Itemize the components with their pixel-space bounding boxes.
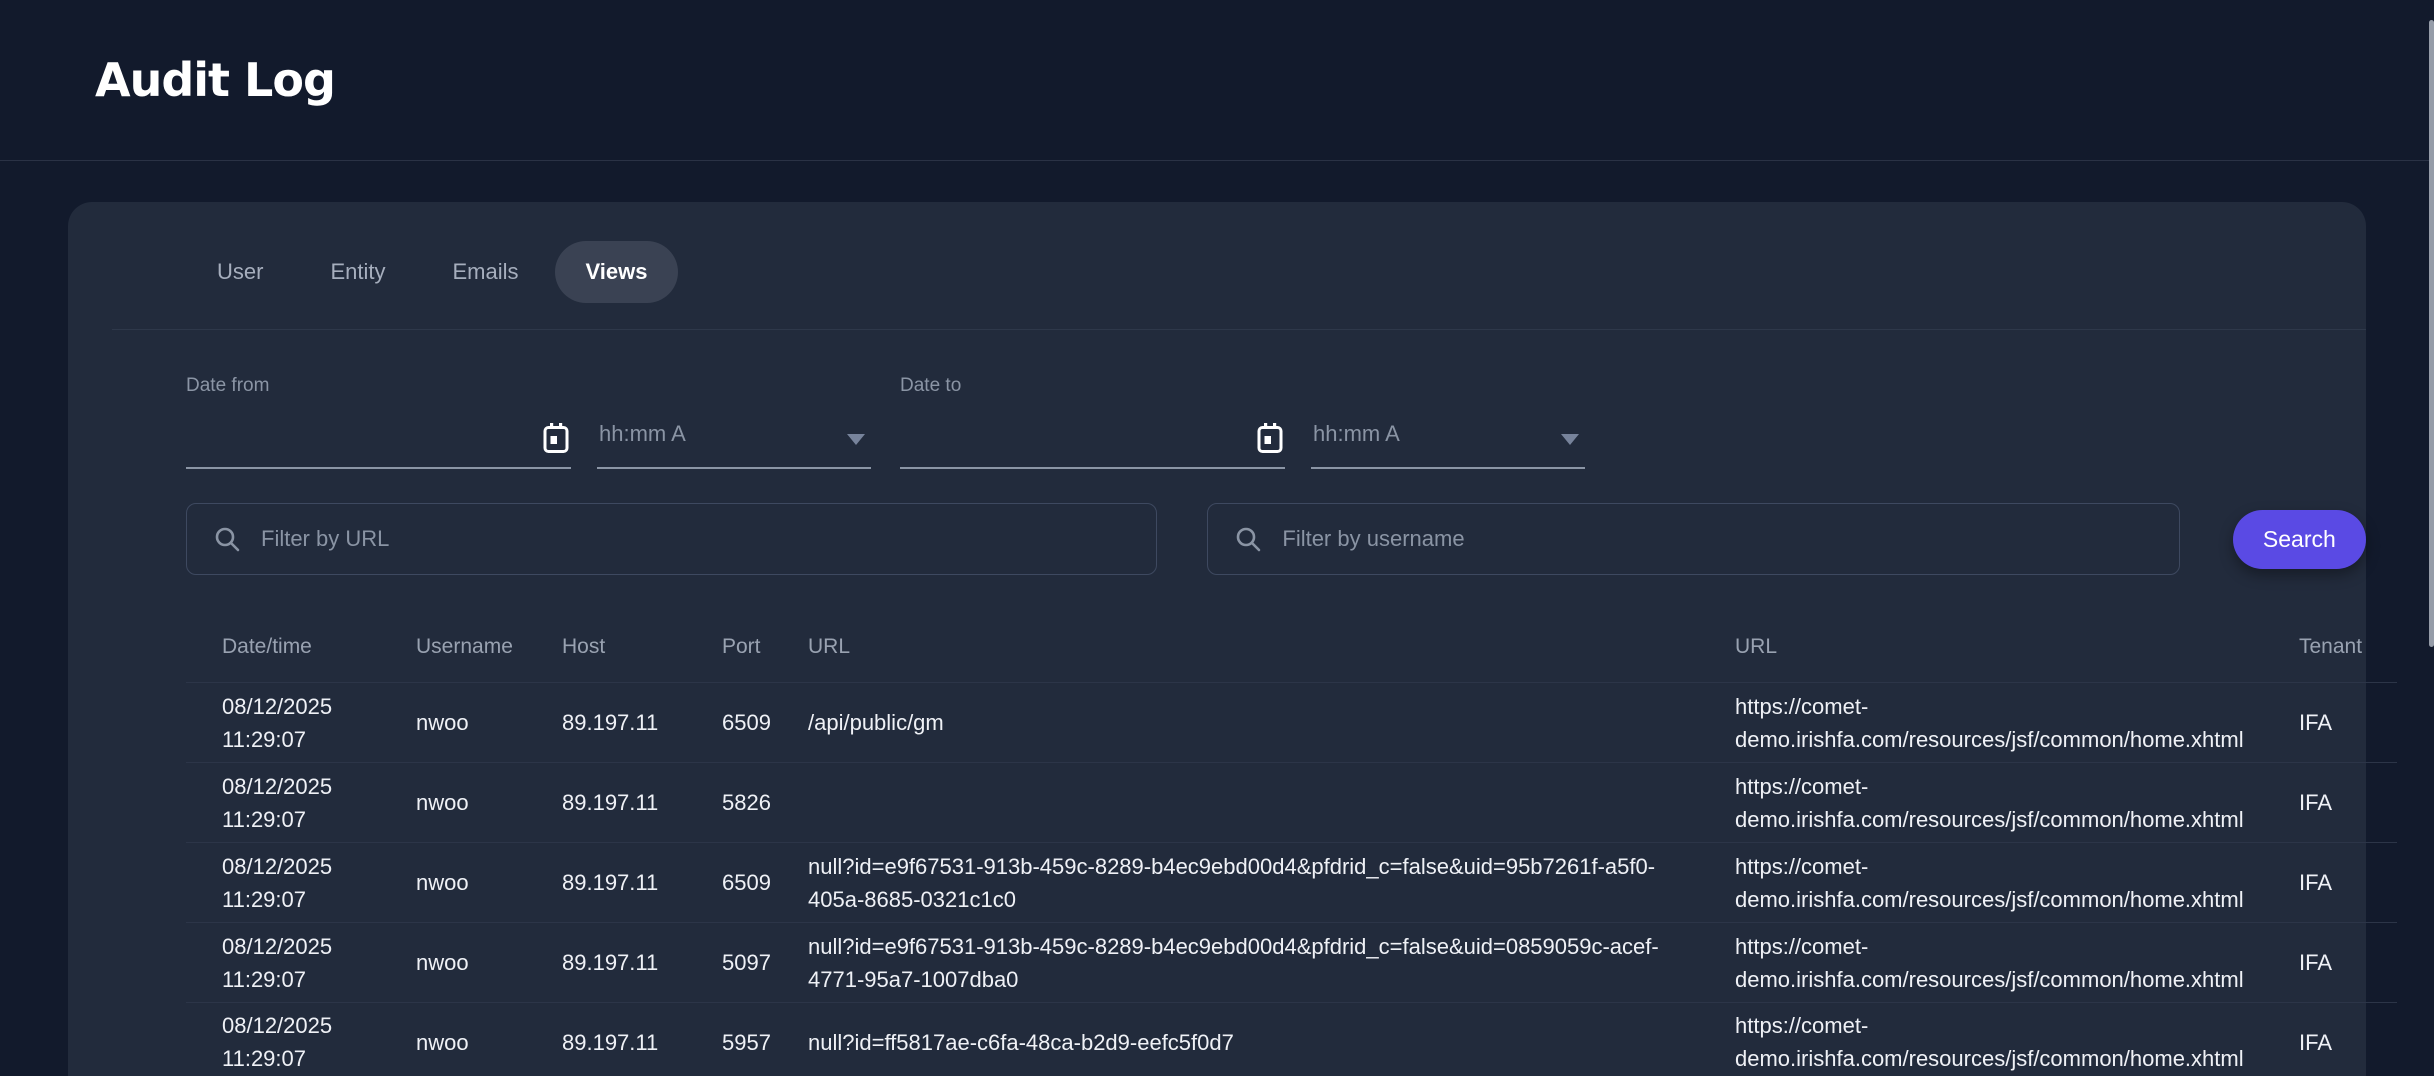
date-to-label: Date to (900, 375, 1285, 397)
cell-tenant: IFA (2299, 1020, 2397, 1065)
cell-host: 89.197.11 (562, 700, 722, 745)
cell-port: 6509 (722, 700, 808, 745)
cell-username: nwoo (416, 1020, 562, 1065)
cell-host: 89.197.11 (562, 780, 722, 825)
cell-username: nwoo (416, 860, 562, 905)
cell-url2: https://comet-demo.irishfa.com/resources… (1735, 764, 2299, 842)
cell-url: null?id=e9f67531-913b-459c-8289-b4ec9ebd… (808, 924, 1735, 1002)
cell-host: 89.197.11 (562, 860, 722, 905)
cell-username: nwoo (416, 780, 562, 825)
username-filter-input[interactable] (1282, 504, 2178, 574)
cell-host: 89.197.11 (562, 940, 722, 985)
tab-views[interactable]: Views (555, 241, 679, 303)
cell-url2: https://comet-demo.irishfa.com/resources… (1735, 924, 2299, 1002)
date-to-input[interactable] (900, 411, 1285, 469)
time-to-input[interactable] (1311, 411, 1585, 467)
calendar-icon[interactable] (543, 423, 569, 453)
cell-url: null?id=ff5817ae-c6fa-48ca-b2d9-eefc5f0d… (808, 1020, 1735, 1065)
tab-entity[interactable]: Entity (299, 241, 416, 303)
table-row: 08/12/202511:29:07 nwoo 89.197.11 5097 n… (186, 922, 2397, 1002)
cell-url2: https://comet-demo.irishfa.com/resources… (1735, 684, 2299, 762)
cell-host: 89.197.11 (562, 1020, 722, 1065)
username-filter-box[interactable] (1207, 503, 2179, 575)
app-header: Audit Log (0, 0, 2434, 161)
cell-datetime: 08/12/202511:29:07 (186, 924, 416, 1002)
col-header-datetime: Date/time (186, 635, 416, 659)
search-icon (214, 526, 241, 553)
cell-port: 5097 (722, 940, 808, 985)
cell-url (808, 797, 1735, 809)
calendar-icon (1257, 423, 1283, 453)
table-row: 08/12/202511:29:07 nwoo 89.197.11 6509 n… (186, 842, 2397, 922)
tabs-divider (112, 329, 2366, 330)
date-to-field[interactable]: Date to (900, 375, 1285, 469)
chevron-down-icon[interactable] (1561, 434, 1579, 445)
cell-url: /api/public/gm (808, 700, 1735, 745)
time-to-field[interactable] (1311, 411, 1585, 469)
date-from-field[interactable]: Date from (186, 375, 571, 469)
url-filter-box[interactable] (186, 503, 1157, 575)
cell-username: nwoo (416, 940, 562, 985)
cell-tenant: IFA (2299, 780, 2397, 825)
cell-datetime: 08/12/202511:29:07 (186, 764, 416, 842)
cell-url: null?id=e9f67531-913b-459c-8289-b4ec9ebd… (808, 844, 1735, 922)
search-button[interactable]: Search (2233, 510, 2366, 569)
col-header-port: Port (722, 635, 808, 659)
search-filter-row: Search (186, 503, 2366, 575)
table-row: 08/12/202511:29:07 nwoo 89.197.11 5957 n… (186, 1002, 2397, 1076)
tab-bar: User Entity Emails Views (186, 241, 2366, 303)
date-from-group: Date from (186, 375, 871, 469)
date-to-group: Date to (900, 375, 1585, 469)
cell-datetime: 08/12/202511:29:07 (186, 844, 416, 922)
cell-url2: https://comet-demo.irishfa.com/resources… (1735, 1003, 2299, 1076)
calendar-icon (543, 423, 569, 453)
cell-port: 6509 (722, 860, 808, 905)
cell-tenant: IFA (2299, 860, 2397, 905)
col-header-host: Host (562, 635, 722, 659)
col-header-url: URL (808, 635, 1735, 659)
col-header-tenant: Tenant (2299, 635, 2397, 659)
chevron-down-icon[interactable] (847, 434, 865, 445)
date-from-input[interactable] (186, 411, 571, 469)
time-from-input[interactable] (597, 411, 871, 467)
tab-user[interactable]: User (186, 241, 294, 303)
table-row: 08/12/202511:29:07 nwoo 89.197.11 6509 /… (186, 682, 2397, 762)
table-row: 08/12/202511:29:07 nwoo 89.197.11 5826 h… (186, 762, 2397, 842)
date-from-label: Date from (186, 375, 571, 397)
datetime-filter-row: Date from (186, 375, 2366, 469)
calendar-icon[interactable] (1257, 423, 1283, 453)
time-from-field[interactable] (597, 411, 871, 469)
cell-tenant: IFA (2299, 940, 2397, 985)
cell-username: nwoo (416, 700, 562, 745)
audit-log-card: User Entity Emails Views Date from (68, 202, 2366, 1076)
audit-log-table: Date/time Username Host Port URL URL Ten… (186, 611, 2397, 1076)
page-title: Audit Log (95, 53, 335, 107)
cell-url2: https://comet-demo.irishfa.com/resources… (1735, 844, 2299, 922)
col-header-url2: URL (1735, 635, 2299, 659)
cell-tenant: IFA (2299, 700, 2397, 745)
cell-port: 5826 (722, 780, 808, 825)
cell-datetime: 08/12/202511:29:07 (186, 684, 416, 762)
scrollbar-thumb[interactable] (2429, 20, 2434, 647)
col-header-username: Username (416, 635, 562, 659)
cell-port: 5957 (722, 1020, 808, 1065)
table-header-row: Date/time Username Host Port URL URL Ten… (186, 611, 2397, 682)
cell-datetime: 08/12/202511:29:07 (186, 1003, 416, 1076)
url-filter-input[interactable] (261, 504, 1156, 574)
search-icon (1235, 526, 1262, 553)
tab-emails[interactable]: Emails (421, 241, 549, 303)
scrollbar (2428, 0, 2434, 1076)
